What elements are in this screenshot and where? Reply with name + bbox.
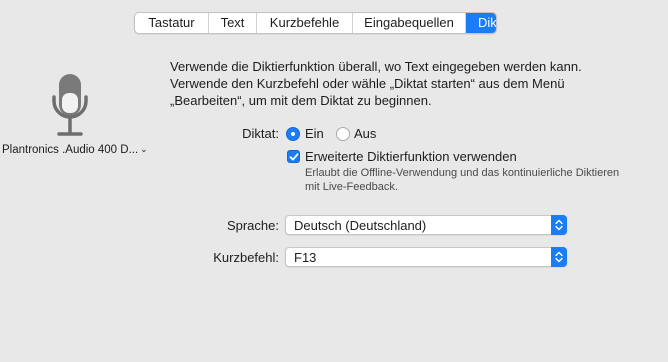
enhanced-dictation-checkbox[interactable] — [287, 150, 300, 163]
description: Verwende die Diktierfunktion überall, wo… — [170, 58, 630, 109]
tab-bar: Tastatur Text Kurzbefehle Eingabequellen… — [134, 12, 497, 34]
tab-tastatur[interactable]: Tastatur — [135, 13, 209, 33]
updown-arrows-icon — [551, 247, 567, 267]
shortcut-label: Kurzbefehl: — [213, 250, 279, 265]
chevron-down-icon: ⌄ — [140, 144, 148, 154]
tab-eingabequellen[interactable]: Eingabequellen — [353, 13, 466, 33]
tab-diktat[interactable]: Diktat — [466, 13, 496, 33]
description-line-2: Verwende den Kurzbefehl oder wähle „Dikt… — [170, 76, 565, 91]
updown-arrows-icon — [551, 215, 567, 235]
dictation-on-radio[interactable] — [286, 127, 300, 141]
shortcut-value: F13 — [294, 250, 317, 265]
dictation-off-label[interactable]: Aus — [354, 126, 376, 141]
tab-kurzbefehle[interactable]: Kurzbefehle — [257, 13, 353, 33]
enhanced-dictation-help: Erlaubt die Offline-Verwendung und das k… — [305, 166, 619, 194]
language-value: Deutsch (Deutschland) — [294, 218, 427, 233]
description-line-1: Verwende die Diktierfunktion überall, wo… — [170, 59, 582, 74]
language-label: Sprache: — [226, 218, 279, 233]
dictation-off-radio[interactable] — [336, 127, 350, 141]
dictation-label: Diktat: — [242, 126, 279, 141]
shortcut-select[interactable]: F13 — [285, 247, 567, 267]
dictation-on-label[interactable]: Ein — [305, 126, 324, 141]
language-select[interactable]: Deutsch (Deutschland) — [285, 215, 567, 235]
enhanced-dictation-label[interactable]: Erweiterte Diktierfunktion verwenden — [305, 149, 517, 164]
checkmark-icon — [289, 153, 299, 161]
microphone-source-label: Plantronics .Audio 400 D... — [2, 144, 139, 156]
enhanced-help-line-1: Erlaubt die Offline-Verwendung und das k… — [305, 167, 620, 179]
tab-text[interactable]: Text — [209, 13, 257, 33]
microphone-icon — [50, 72, 90, 138]
microphone-source-selector[interactable]: Plantronics .Audio 400 D... ⌄ — [2, 144, 148, 156]
description-line-3: „Bearbeiten“, um mit dem Diktat zu begin… — [170, 93, 432, 108]
enhanced-help-line-2: mit Live-Feedback. — [305, 181, 398, 193]
